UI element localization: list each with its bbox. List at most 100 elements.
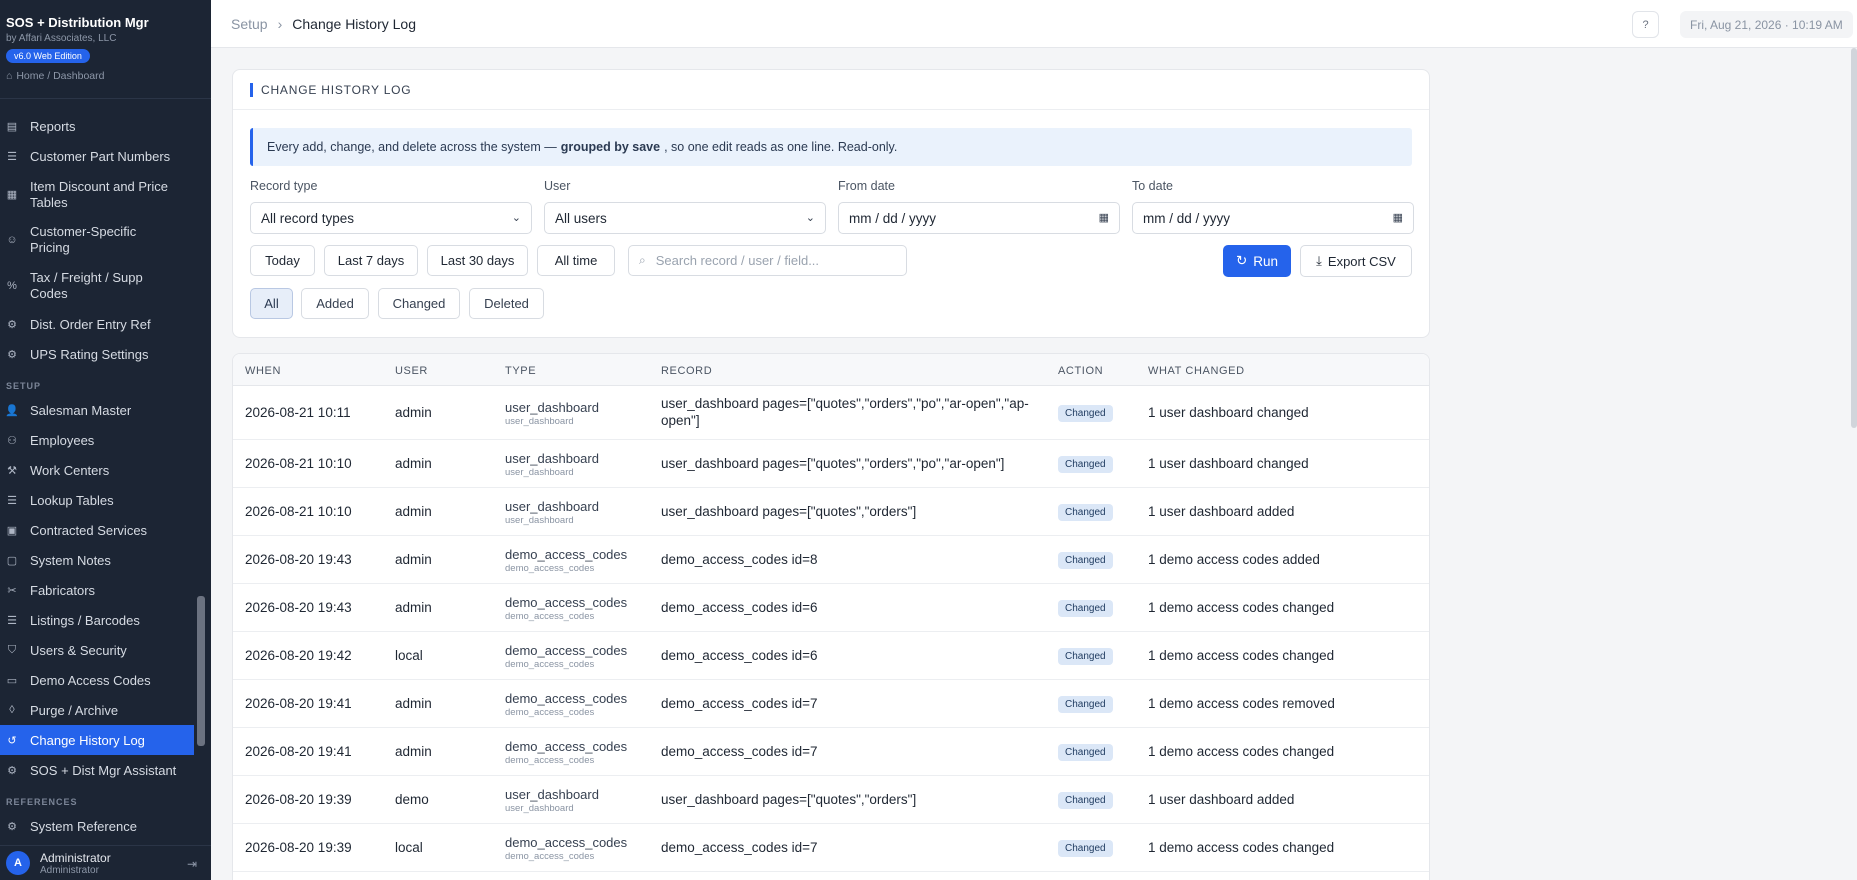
status-badge: Changed <box>1058 840 1113 857</box>
export-csv-button[interactable]: ⤓ Export CSV <box>1300 245 1412 277</box>
to-date-input[interactable]: mm / dd / yyyy ▦ <box>1132 202 1414 234</box>
logout-icon[interactable]: ⇥ <box>187 857 197 871</box>
home-icon: ⌂ <box>6 70 13 82</box>
table-row[interactable]: 2026-08-21 10:10 admin user_dashboard user_… <box>233 440 1429 488</box>
search-input[interactable] <box>655 253 876 268</box>
cell-what-changed: 1 demo access codes changed <box>1148 840 1335 855</box>
sidebar-item-customer-part-numbers[interactable]: ☰ Customer Part Numbers <box>0 145 194 167</box>
cell-type: user_dashboard <box>505 451 599 466</box>
cell-when: 2026-08-20 19:43 <box>245 600 352 615</box>
sidebar-item-demo-access-codes[interactable]: ▭ Demo Access Codes <box>0 669 194 691</box>
sidebar-item-system-reference[interactable]: ⚙ System Reference <box>0 815 194 837</box>
col-when[interactable]: WHEN <box>245 365 281 377</box>
cell-what-changed: 1 demo access codes changed <box>1148 648 1335 663</box>
cell-when: 2026-08-20 19:43 <box>245 552 352 567</box>
sidebar-item-cut[interactable]: ≡ <box>0 99 194 107</box>
sidebar-item-label: Fabricators <box>30 582 96 598</box>
cell-what-changed: 1 demo access codes changed <box>1148 744 1335 759</box>
table-row[interactable]: 2026-08-20 19:39 local demo_access_codes de… <box>233 824 1429 872</box>
sidebar-item-listings-barcodes[interactable]: ☰ Listings / Barcodes <box>0 609 194 631</box>
last-30-days-button[interactable]: Last 30 days <box>427 245 528 276</box>
breadcrumb-current: Change History Log <box>292 16 417 32</box>
sidebar-item-customer-specific-pricing[interactable]: ☺ Customer-Specific Pricing <box>0 223 194 257</box>
sidebar-item-tax-freight[interactable]: % Tax / Freight / Supp Codes <box>0 269 194 303</box>
avatar[interactable]: A <box>6 851 30 875</box>
run-button[interactable]: ↻ Run <box>1223 245 1291 277</box>
calendar-icon[interactable]: ▦ <box>1099 211 1109 224</box>
table-icon: ▦ <box>6 189 18 201</box>
today-button[interactable]: Today <box>250 245 315 276</box>
sidebar-item-work-centers[interactable]: ⚒ Work Centers <box>0 459 194 481</box>
status-badge: Changed <box>1058 648 1113 665</box>
sidebar-scrollbar[interactable] <box>197 99 205 845</box>
filter-all[interactable]: All <box>250 288 293 319</box>
table-row[interactable]: 2026-08-21 10:10 admin user_dashboard user_… <box>233 488 1429 536</box>
sidebar-scrollbar-thumb[interactable] <box>197 596 205 746</box>
cell-user: local <box>395 840 423 855</box>
from-date-input[interactable]: mm / dd / yyyy ▦ <box>838 202 1120 234</box>
sidebar-item-purge-archive[interactable]: ◊ Purge / Archive <box>0 699 194 721</box>
cell-type-sub: demo_access_codes <box>505 755 595 766</box>
col-type[interactable]: TYPE <box>505 365 536 377</box>
cell-type-sub: demo_access_codes <box>505 563 595 574</box>
table-row[interactable]: 2026-08-20 19:39 demo user_dashboard user_d… <box>233 776 1429 824</box>
run-label: Run <box>1253 253 1279 269</box>
sidebar-item-users-security[interactable]: ⛉ Users & Security <box>0 639 194 661</box>
calendar-icon[interactable]: ▦ <box>1393 211 1403 224</box>
cell-type: demo_access_codes <box>505 739 628 754</box>
info-text-bold: grouped by save <box>560 140 661 154</box>
gear-icon: ⚙ <box>7 820 17 833</box>
search-box[interactable]: ⌕ <box>628 245 907 276</box>
sidebar: SOS + Distribution Mgr by Affari Associa… <box>0 0 211 880</box>
all-time-button[interactable]: All time <box>537 245 615 276</box>
sidebar-item-label: Dist. Order Entry Ref <box>30 316 151 332</box>
cell-user: local <box>395 648 423 663</box>
filter-deleted[interactable]: Deleted <box>469 288 544 319</box>
sidebar-item-employees[interactable]: ⚇ Employees <box>0 429 194 451</box>
datetime-display: Fri, Aug 21, 2026 · 10:19 AM <box>1680 11 1853 38</box>
cell-user: admin <box>395 552 432 567</box>
col-what-changed[interactable]: WHAT CHANGED <box>1148 365 1245 377</box>
filter-added[interactable]: Added <box>301 288 369 319</box>
panel-header: CHANGE HISTORY LOG <box>233 70 1429 110</box>
table-row[interactable]: 2026-08-20 19:43 admin demo_access_codes de… <box>233 536 1429 584</box>
user-select[interactable]: All users ⌄ <box>544 202 826 234</box>
page-scrollbar[interactable] <box>1851 48 1857 428</box>
table-row[interactable]: 2026-08-20 19:43 admin demo_access_codes de… <box>233 584 1429 632</box>
sidebar-item-salesman-master[interactable]: 👤 Salesman Master <box>0 399 194 421</box>
last-7-days-button[interactable]: Last 7 days <box>324 245 418 276</box>
sidebar-item-fabricators[interactable]: ✂ Fabricators <box>0 579 194 601</box>
sidebar-item-ups-rating[interactable]: ⚙ UPS Rating Settings <box>0 343 194 365</box>
sidebar-item-label: Employees <box>30 432 95 448</box>
breadcrumb-setup[interactable]: Setup <box>231 16 268 32</box>
sidebar-item-assistant[interactable]: ⚙ SOS + Dist Mgr Assistant <box>0 759 194 781</box>
sidebar-item-label: Tax / Freight / Supp Codes <box>30 270 143 301</box>
help-button[interactable]: ? <box>1632 11 1659 38</box>
record-type-select[interactable]: All record types ⌄ <box>250 202 532 234</box>
sidebar-item-lookup-tables[interactable]: ☰ Lookup Tables <box>0 489 194 511</box>
filter-changed[interactable]: Changed <box>378 288 460 319</box>
sidebar-item-dist-order-entry[interactable]: ⚙ Dist. Order Entry Ref <box>0 313 194 335</box>
sidebar-item-system-notes[interactable]: ▢ System Notes <box>0 549 194 571</box>
table-row[interactable]: 2026-08-21 10:11 admin user_dashboard user_… <box>233 386 1429 440</box>
user-footer: A Administrator Administrator ⇥ <box>0 845 211 880</box>
chevron-down-icon: ⌄ <box>805 212 815 224</box>
table-row[interactable]: 2026-08-20 19:41 admin demo_access_codes de… <box>233 680 1429 728</box>
col-user[interactable]: USER <box>395 365 428 377</box>
cell-when: 2026-08-20 19:42 <box>245 648 352 663</box>
user-name: Administrator <box>40 850 111 865</box>
home-link[interactable]: ⌂ Home / Dashboard <box>6 70 205 82</box>
cell-user: admin <box>395 504 432 519</box>
col-record[interactable]: RECORD <box>661 365 712 377</box>
sidebar-item-contracted-services[interactable]: ▣ Contracted Services <box>0 519 194 541</box>
sidebar-item-change-history-log[interactable]: ↺ Change History Log <box>0 725 194 755</box>
cell-type: user_dashboard <box>505 499 599 514</box>
table-row[interactable]: 2026-08-20 19:41 admin demo_access_codes de… <box>233 728 1429 776</box>
sidebar-item-item-discount[interactable]: ▦ Item Discount and Price Tables <box>0 178 194 212</box>
sidebar-item-reports[interactable]: ▤ Reports <box>0 115 194 137</box>
col-action[interactable]: ACTION <box>1058 365 1103 377</box>
cell-type-sub: demo_access_codes <box>505 659 595 670</box>
table-row[interactable]: 2026-08-20 19:42 local demo_access_codes de… <box>233 632 1429 680</box>
history-table: WHEN USER TYPE RECORD ACTION WHAT CHANGE… <box>232 353 1430 880</box>
sidebar-item-label: Work Centers <box>30 462 110 478</box>
